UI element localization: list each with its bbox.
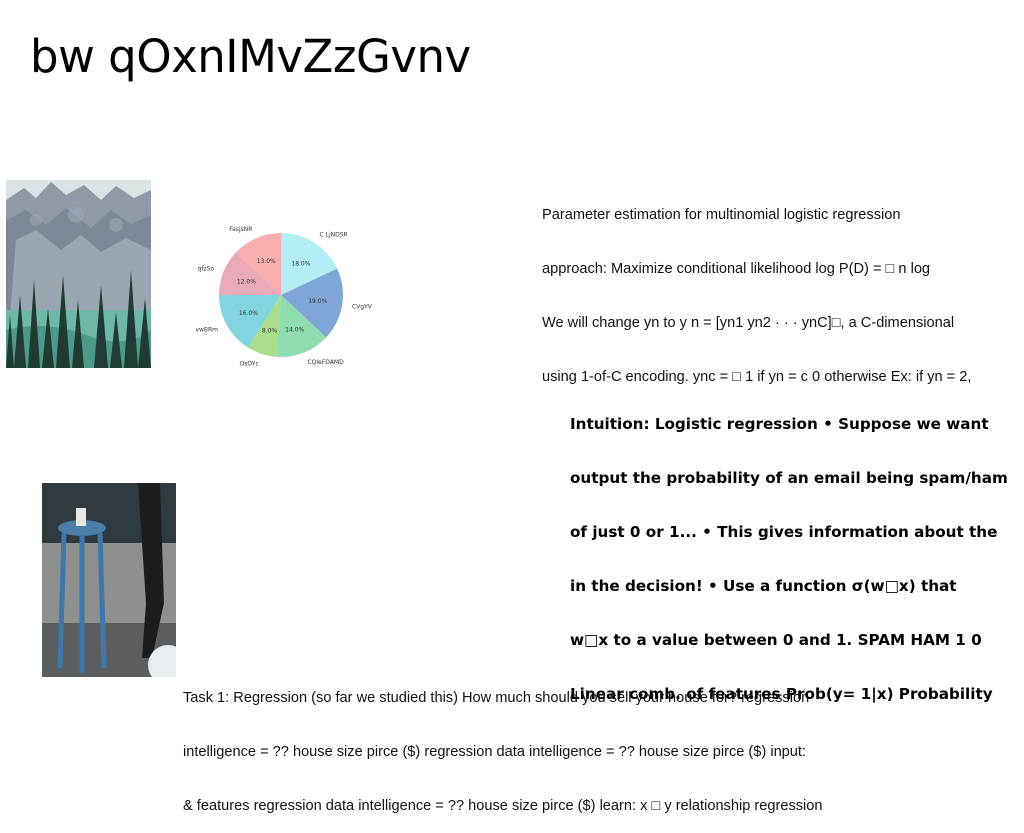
text-line: Parameter estimation for multinomial log… xyxy=(542,207,901,223)
text-line: Intuition: Logistic regression • Suppose… xyxy=(570,415,989,433)
text-line: intelligence = ?? house size pirce ($) r… xyxy=(183,744,807,760)
pie-category-label: CQIeFDAMD xyxy=(307,359,344,366)
text-line: in the decision! • Use a function σ(w□x)… xyxy=(570,577,957,595)
text-line: w□x to a value between 0 and 1. SPAM HAM… xyxy=(570,631,982,649)
pie-category-label: OsOYc xyxy=(240,360,259,367)
text-line: of just 0 or 1... • This gives informati… xyxy=(570,523,998,541)
mountain-forest-photo xyxy=(6,180,151,368)
blue-stool-photo xyxy=(42,483,176,677)
slide-title: bw qOxnIMvZzGvnv xyxy=(30,30,471,83)
text-line: approach: Maximize conditional likelihoo… xyxy=(542,261,931,277)
pie-value-label: 13.0% xyxy=(257,258,276,265)
pie-value-label: 14.0% xyxy=(285,327,304,334)
pie-chart-svg: 18.0% C LjNDSR 19.0% CVgYV 14.0% CQIeFDAMD 8.0… xyxy=(196,226,372,367)
pie-value-label: 8.0% xyxy=(262,327,278,334)
pie-value-label: 19.0% xyxy=(308,298,327,305)
text-line: We will change yn to y n = [yn1 yn2 · · … xyxy=(542,315,955,331)
pie-value-label: 16.0% xyxy=(239,310,258,317)
pie-value-label: 18.0% xyxy=(291,261,310,268)
pie-value-label: 12.0% xyxy=(237,278,256,285)
pie-category-label: FasjsNR xyxy=(229,226,252,233)
pie-chart: 18.0% C LjNDSR 19.0% CVgYV 14.0% CQIeFDAMD 8.0… xyxy=(196,196,372,386)
pie-category-label: qfzSo xyxy=(198,266,215,273)
text-line: output the probability of an email being… xyxy=(570,469,1008,487)
text-block-multinomial: Parameter estimation for multinomial log… xyxy=(542,170,971,404)
text-line: Task 1: Regression (so far we studied th… xyxy=(183,690,810,706)
text-block-task: Task 1: Regression (so far we studied th… xyxy=(183,653,823,833)
pie-category-label: CVgYV xyxy=(352,303,372,310)
text-line: & features regression data intelligence … xyxy=(183,798,823,814)
pie-category-label: C LjNDSR xyxy=(320,231,348,238)
pie-category-label: vwBRm xyxy=(196,327,218,334)
